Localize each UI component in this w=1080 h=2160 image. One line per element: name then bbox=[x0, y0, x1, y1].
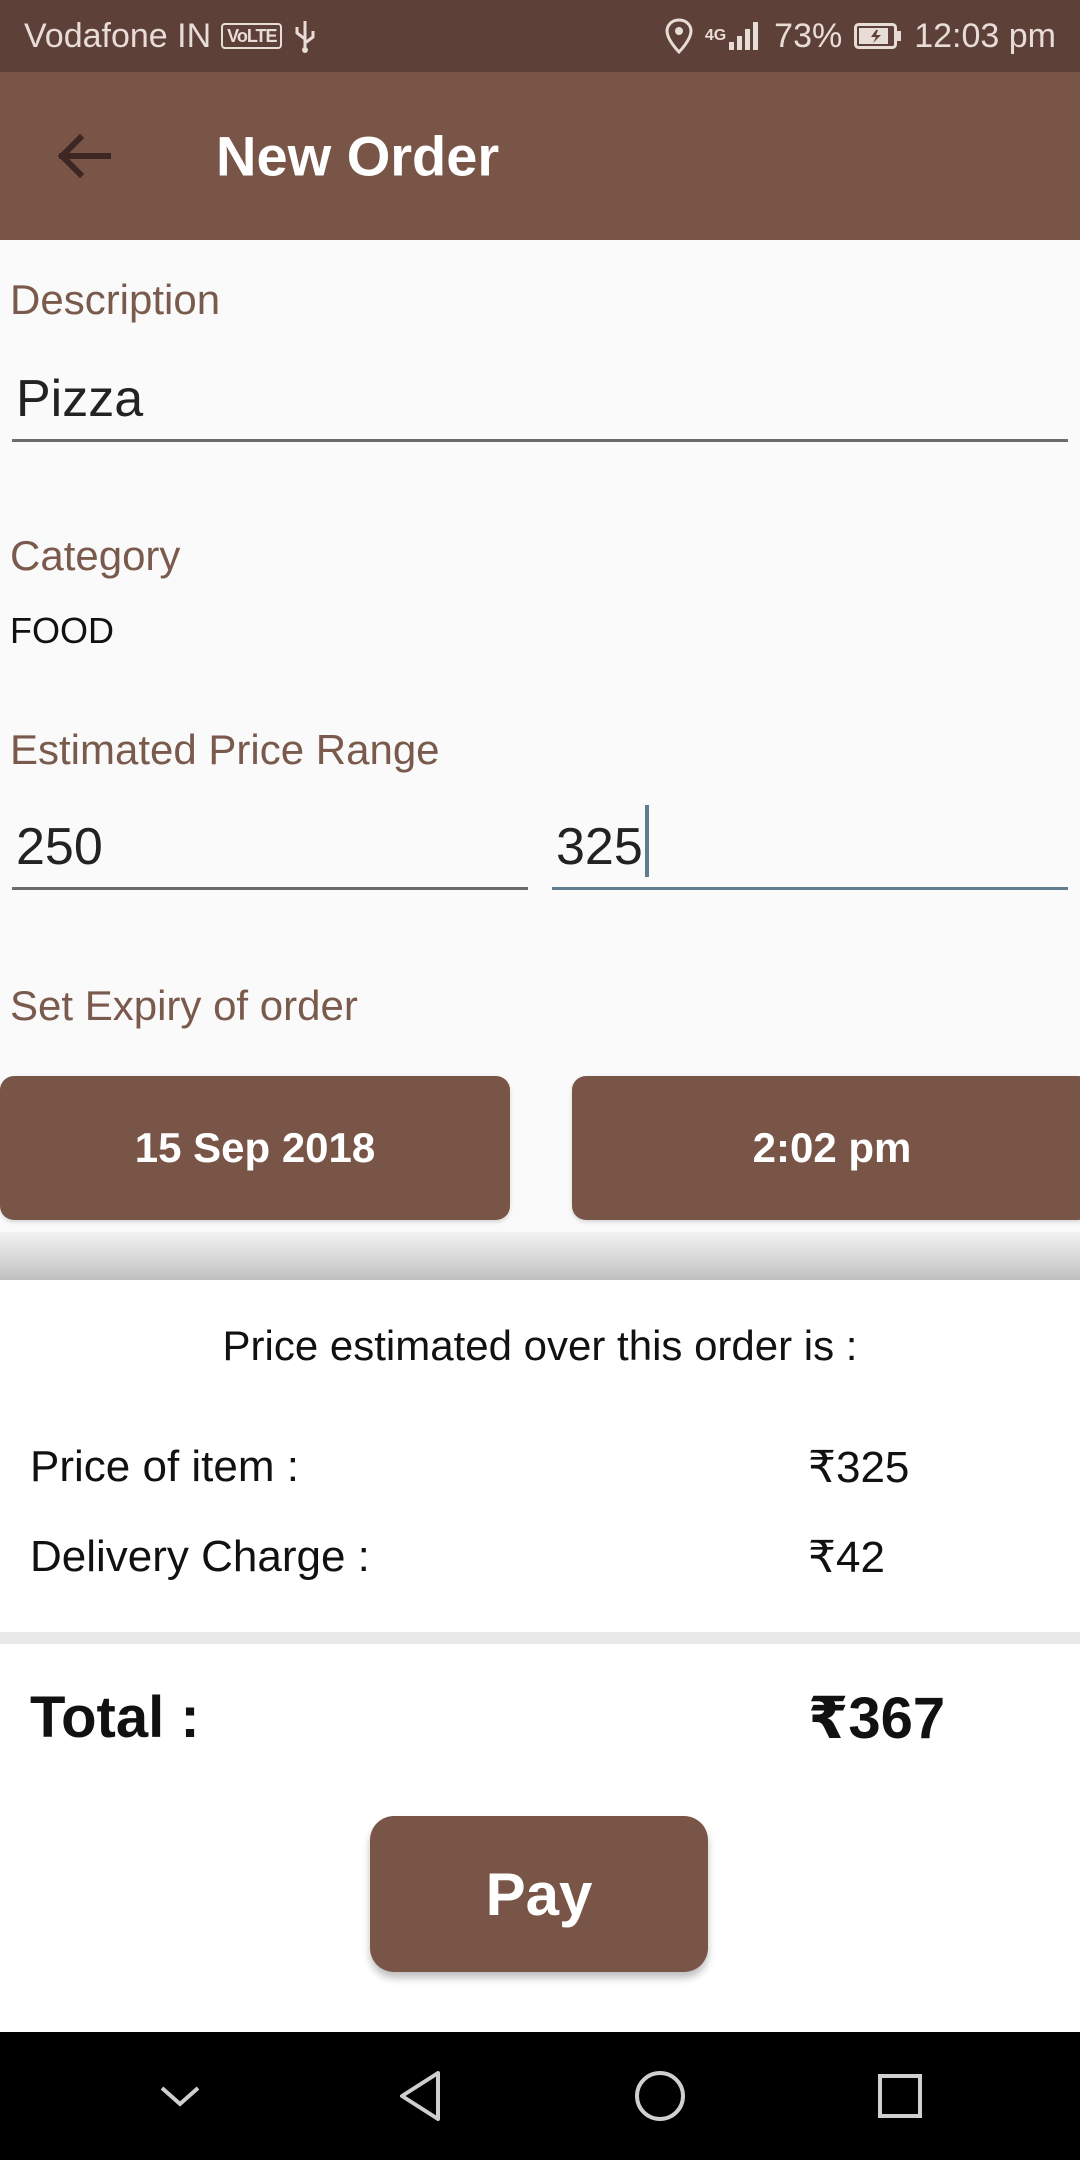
expiry-label: Set Expiry of order bbox=[10, 982, 358, 1029]
back-button[interactable] bbox=[48, 120, 120, 192]
total-value: ₹367 bbox=[808, 1686, 946, 1751]
home-circle-icon bbox=[635, 2071, 685, 2121]
carrier-name: Vodafone IN bbox=[24, 16, 212, 55]
price-summary: Price estimated over this order is : Pri… bbox=[0, 1280, 1080, 1632]
price-min-input[interactable]: 250 bbox=[12, 806, 528, 890]
order-form: Description Pizza Category FOOD Estimate… bbox=[0, 240, 1080, 1280]
expiry-time-label: 2:02 pm bbox=[752, 1124, 912, 1171]
recents-square-icon bbox=[878, 2074, 922, 2118]
battery-icon bbox=[854, 23, 902, 49]
app-bar: New Order bbox=[0, 72, 1080, 240]
category-label: Category bbox=[10, 532, 181, 579]
summary-header: Price estimated over this order is : bbox=[222, 1322, 858, 1369]
expiry-date-button[interactable]: 15 Sep 2018 bbox=[0, 1076, 510, 1220]
total-section: Total : ₹367 Pay bbox=[0, 1644, 1080, 2032]
item-price-label: Price of item : bbox=[30, 1442, 299, 1491]
item-price-value: ₹325 bbox=[808, 1443, 910, 1492]
total-label: Total : bbox=[30, 1685, 200, 1750]
status-bar: Vodafone IN VoLTE 4G 73% 12:03 pm bbox=[0, 0, 1080, 72]
pay-button-label: Pay bbox=[485, 1860, 593, 1928]
pay-button[interactable]: Pay bbox=[370, 1816, 708, 1972]
network-type: 4G bbox=[704, 27, 727, 44]
nav-back-button[interactable] bbox=[375, 2051, 465, 2141]
price-range-label: Estimated Price Range bbox=[10, 726, 440, 773]
nav-collapse-button[interactable] bbox=[135, 2051, 225, 2141]
section-shadow bbox=[0, 1232, 1080, 1280]
volte-badge: VoLTE bbox=[221, 23, 283, 49]
nav-recents-button[interactable] bbox=[855, 2051, 945, 2141]
chevron-down-icon bbox=[160, 2086, 200, 2107]
back-triangle-icon bbox=[400, 2071, 440, 2121]
text-caret bbox=[644, 805, 649, 877]
description-label: Description bbox=[10, 276, 221, 323]
location-icon bbox=[665, 18, 693, 54]
usb-icon bbox=[292, 19, 318, 53]
back-arrow-icon bbox=[57, 133, 111, 179]
category-value[interactable]: FOOD bbox=[10, 610, 114, 652]
price-max-value: 325 bbox=[556, 818, 643, 876]
expiry-time-button[interactable]: 2:02 pm bbox=[572, 1076, 1080, 1220]
price-max-input[interactable]: 325 bbox=[552, 805, 1068, 890]
page-title: New Order bbox=[216, 124, 500, 188]
clock: 12:03 pm bbox=[914, 16, 1056, 55]
signal-icon: 4G bbox=[705, 20, 762, 52]
delivery-charge-label: Delivery Charge : bbox=[30, 1532, 370, 1581]
divider bbox=[0, 1632, 1080, 1644]
description-input[interactable]: Pizza bbox=[12, 358, 1068, 442]
price-min-value: 250 bbox=[16, 818, 103, 876]
nav-home-button[interactable] bbox=[615, 2051, 705, 2141]
expiry-date-label: 15 Sep 2018 bbox=[134, 1124, 376, 1171]
battery-percent: 73% bbox=[774, 16, 843, 55]
description-value: Pizza bbox=[16, 370, 144, 428]
system-nav-bar bbox=[0, 2032, 1080, 2160]
delivery-charge-value: ₹42 bbox=[808, 1533, 885, 1582]
